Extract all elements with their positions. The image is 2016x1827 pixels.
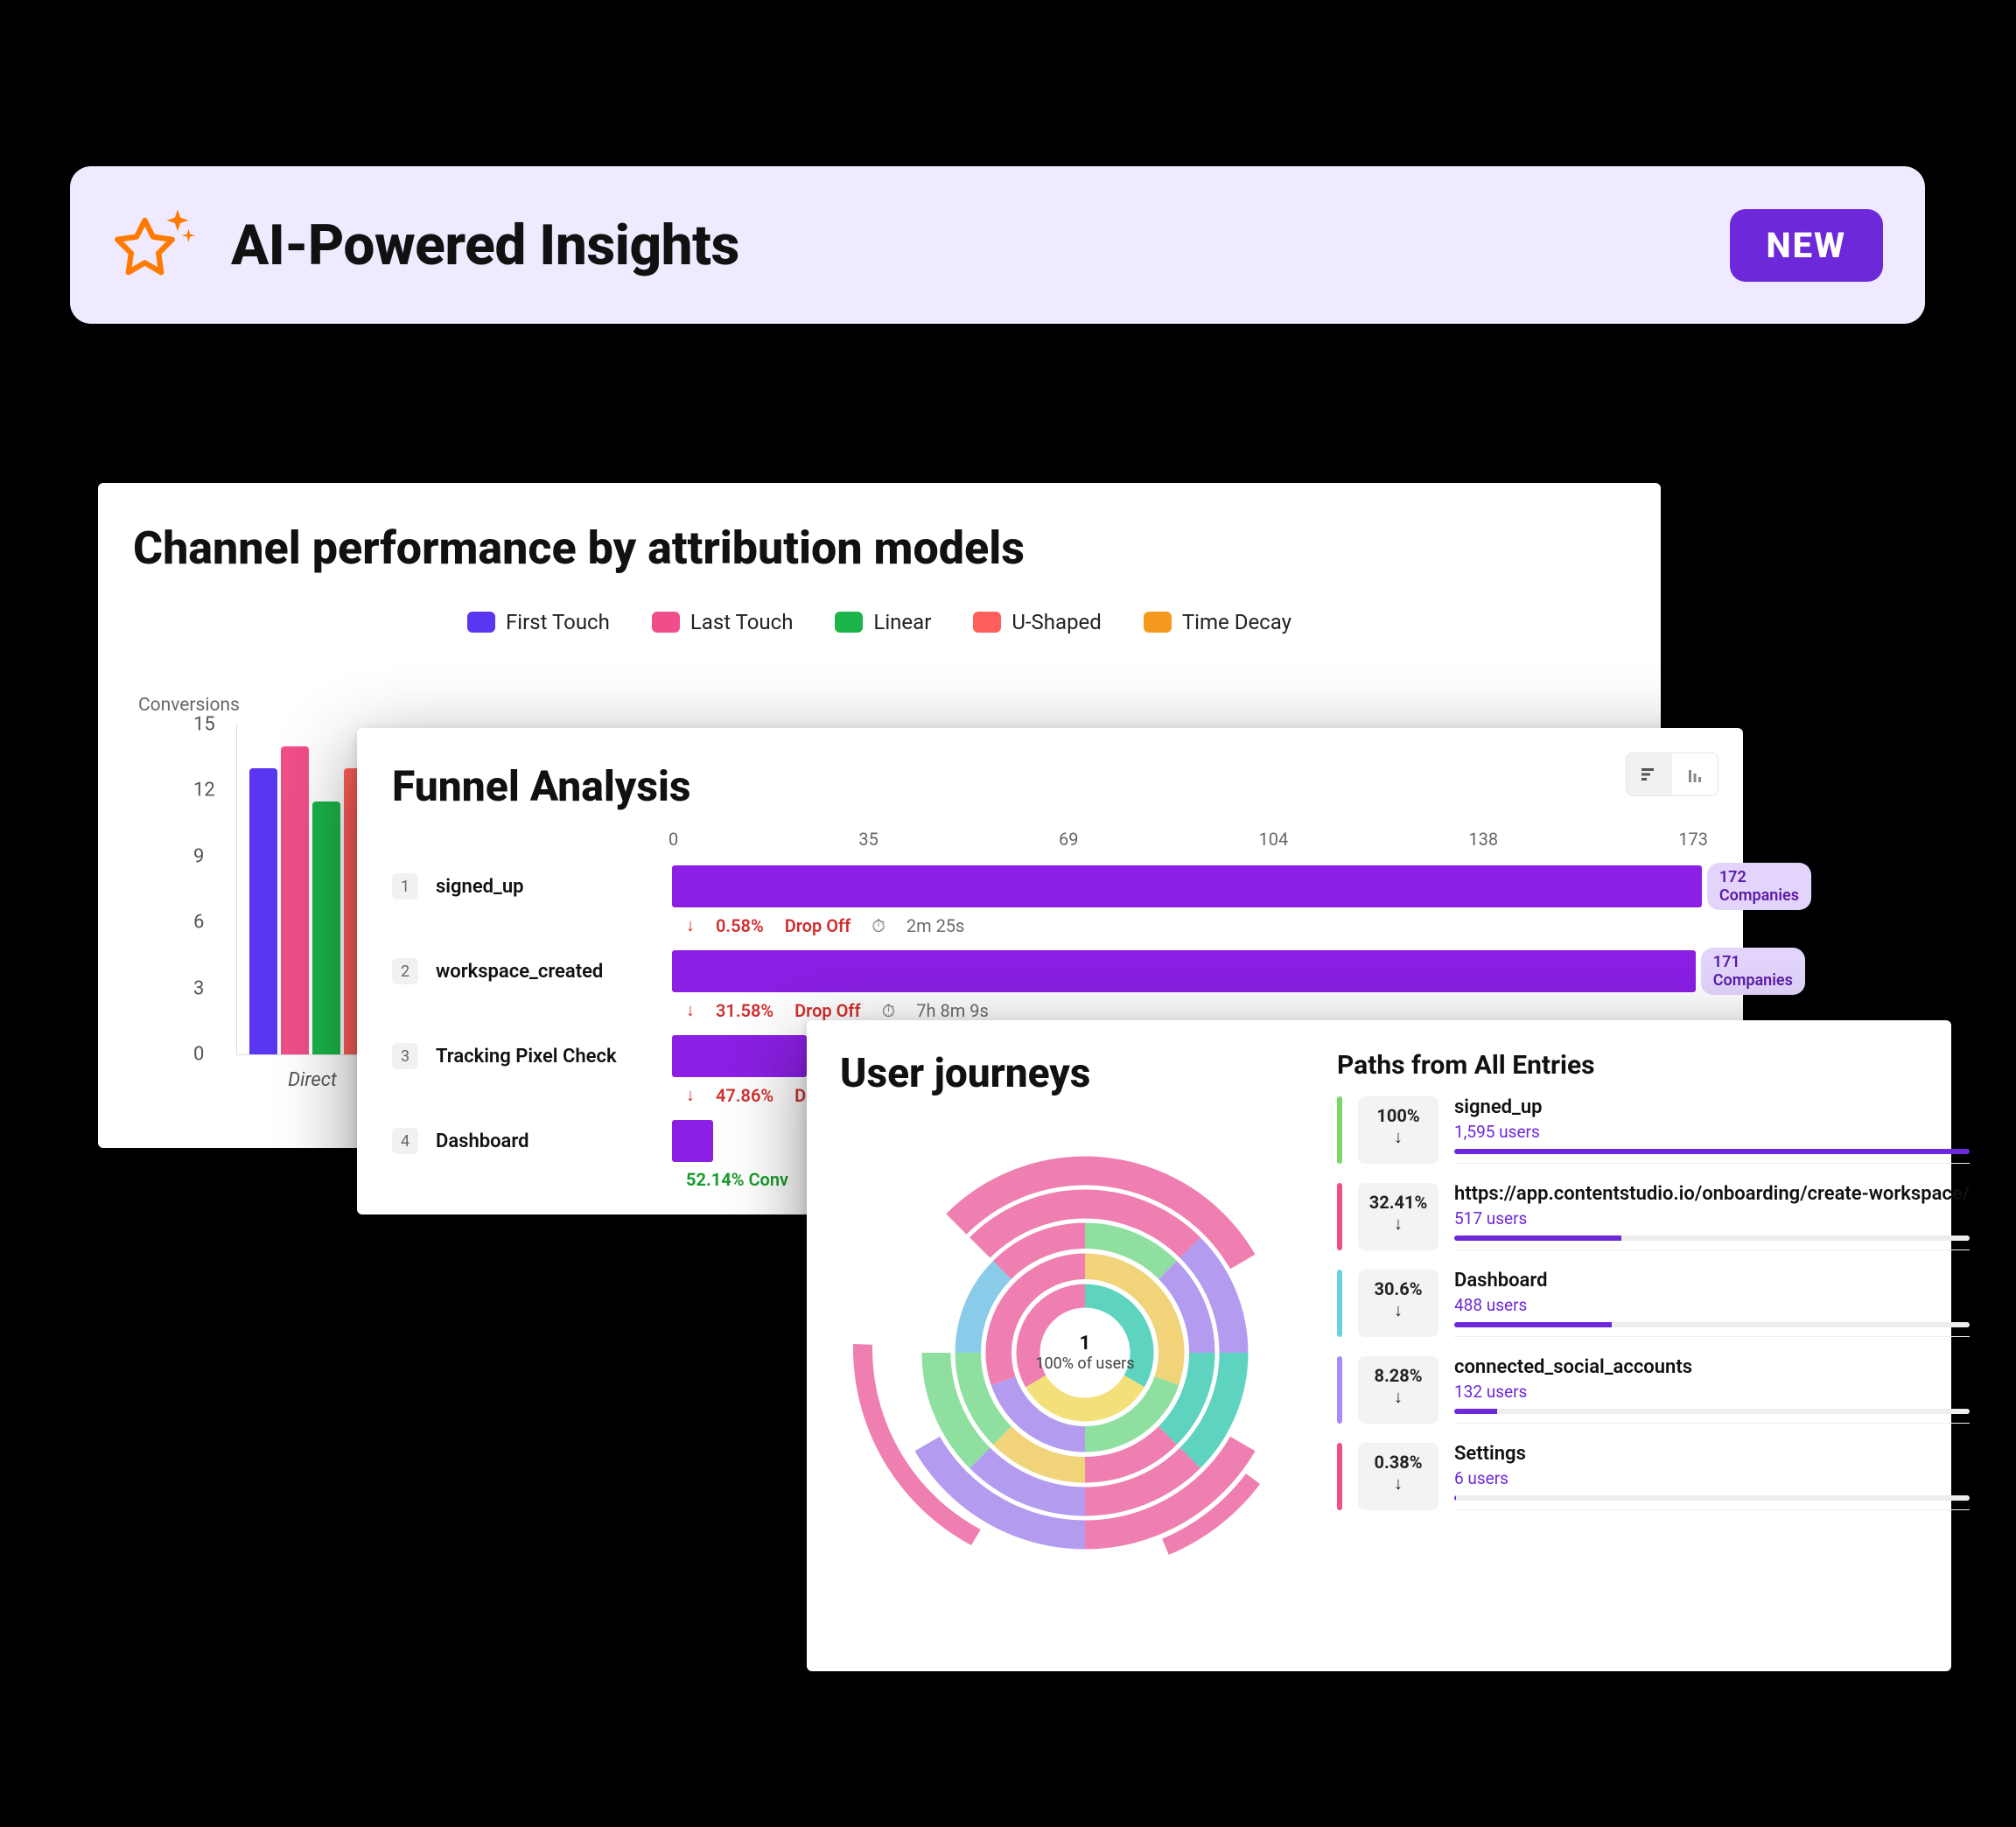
progress-bar [1454, 1149, 1970, 1154]
funnel-bar [672, 865, 1702, 907]
funnel-title: Funnel Analysis [392, 761, 1708, 811]
insights-banner: AI-Powered Insights NEW [70, 166, 1925, 324]
view-toggle [1626, 752, 1718, 796]
chart-legend: First Touch Last Touch Linear U-Shaped T… [133, 610, 1626, 634]
progress-bar [1454, 1322, 1970, 1327]
sparkle-star-icon [112, 201, 200, 289]
user-journeys-card: User journeys [807, 1020, 1951, 1671]
bar-linear [312, 802, 340, 1054]
accent-bar [1337, 1096, 1342, 1164]
funnel-bar [672, 1120, 713, 1162]
sunburst-chart[interactable]: 1 100% of users [840, 1108, 1330, 1598]
progress-bar [1454, 1409, 1970, 1414]
progress-bar [1454, 1495, 1970, 1501]
pct-box: 30.6%↓ [1358, 1270, 1438, 1337]
new-badge: NEW [1730, 209, 1884, 282]
journeys-title: User journeys [840, 1050, 1330, 1097]
banner-title: AI-Powered Insights [231, 213, 739, 278]
legend-item[interactable]: Last Touch [652, 610, 794, 634]
accent-bar [1337, 1443, 1342, 1510]
bar-first-touch [249, 768, 277, 1054]
down-arrow-icon: ↓ [1358, 1473, 1438, 1494]
funnel-bar [672, 950, 1696, 992]
down-arrow-icon: ↓ [1358, 1213, 1438, 1235]
path-row[interactable]: 0.38%↓ Settings6 users [1337, 1443, 1970, 1510]
pct-box: 100%↓ [1358, 1096, 1438, 1164]
down-arrow-icon: ↓ [686, 914, 695, 936]
pct-box: 0.38%↓ [1358, 1443, 1438, 1510]
down-arrow-icon: ↓ [686, 1084, 695, 1106]
funnel-step: 1 signed_up 172 Companies [392, 865, 1708, 907]
legend-item[interactable]: U-Shaped [973, 610, 1101, 634]
accent-bar [1337, 1270, 1342, 1337]
stopwatch-icon: ⏱ [872, 915, 886, 936]
funnel-bar [672, 1035, 807, 1077]
accent-bar [1337, 1183, 1342, 1250]
drop-off-row: ↓ 0.58% Drop Off ⏱ 2m 25s [686, 907, 1708, 942]
funnel-scale: 0 35 69 104 138 173 [668, 829, 1708, 857]
channel-title: Channel performance by attribution model… [133, 522, 1626, 575]
paths-title: Paths from All Entries [1337, 1050, 1970, 1081]
sunburst-center: 1 100% of users [1035, 1333, 1134, 1373]
path-row[interactable]: 8.28%↓ connected_social_accounts132 user… [1337, 1356, 1970, 1424]
count-pill: 172 Companies [1707, 863, 1811, 910]
legend-item[interactable]: First Touch [467, 610, 610, 634]
horizontal-bars-icon[interactable] [1627, 753, 1672, 795]
path-row[interactable]: 32.41%↓ https://app.contentstudio.io/onb… [1337, 1183, 1970, 1250]
bar-last-touch [281, 746, 309, 1054]
pct-box: 32.41%↓ [1358, 1183, 1438, 1250]
count-pill: 171 Companies [1701, 948, 1805, 995]
funnel-step: 2 workspace_created 171 Companies [392, 950, 1708, 992]
legend-item[interactable]: Time Decay [1144, 610, 1292, 634]
down-arrow-icon: ↓ [1358, 1386, 1438, 1408]
path-row[interactable]: 30.6%↓ Dashboard488 users [1337, 1270, 1970, 1337]
vertical-bars-icon[interactable] [1672, 753, 1718, 795]
accent-bar [1337, 1356, 1342, 1424]
progress-bar [1454, 1236, 1970, 1241]
down-arrow-icon: ↓ [1358, 1299, 1438, 1321]
y-axis-label: Conversions [138, 695, 240, 716]
legend-item[interactable]: Linear [835, 610, 931, 634]
down-arrow-icon: ↓ [1358, 1126, 1438, 1148]
pct-box: 8.28%↓ [1358, 1356, 1438, 1424]
down-arrow-icon: ↓ [686, 999, 695, 1021]
stopwatch-icon: ⏱ [882, 1000, 896, 1021]
path-row[interactable]: 100%↓ signed_up1,595 users [1337, 1096, 1970, 1164]
